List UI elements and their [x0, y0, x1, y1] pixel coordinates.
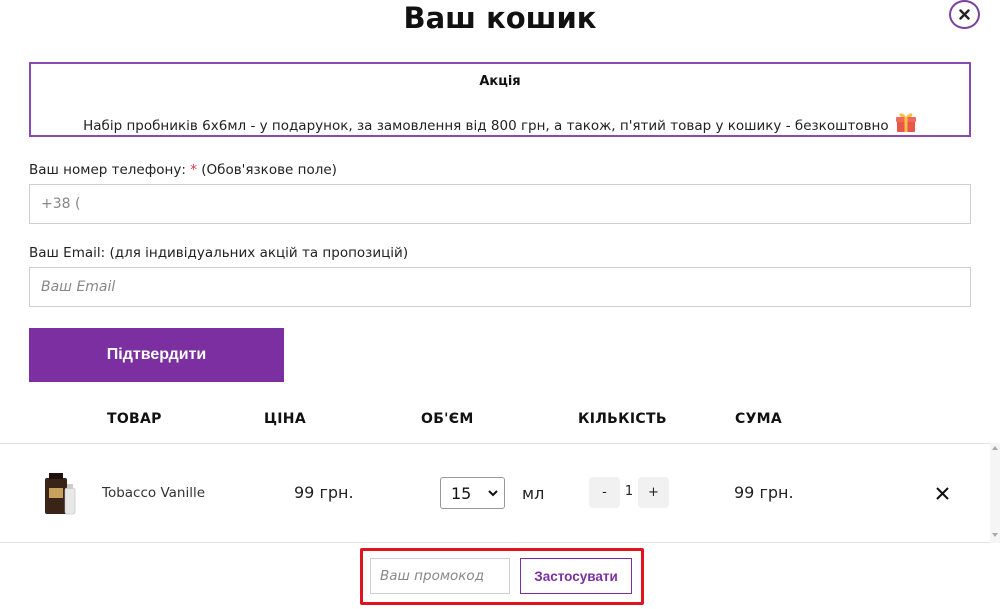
- remove-item-icon[interactable]: [934, 485, 951, 502]
- email-input[interactable]: [29, 267, 971, 307]
- apply-promocode-button[interactable]: Застосувати: [520, 558, 632, 594]
- cart-title: Ваш кошик: [403, 1, 597, 35]
- row-divider-top: [0, 443, 995, 444]
- header-volume: Об'єм: [421, 411, 474, 427]
- volume-unit: мл: [522, 484, 545, 503]
- chevron-down-icon: [488, 490, 498, 497]
- header-quantity: Кількість: [578, 411, 667, 427]
- volume-select[interactable]: 15: [440, 477, 505, 509]
- phone-label-row: Ваш номер телефону: * (Обов'язкове поле): [29, 162, 337, 178]
- quantity-increase-button[interactable]: +: [638, 477, 669, 508]
- scroll-down-arrow-icon[interactable]: [992, 533, 998, 537]
- gift-icon: [895, 113, 916, 132]
- required-mark: *: [190, 162, 197, 178]
- quantity-value: 1: [624, 484, 634, 499]
- product-price: 99 грн.: [294, 483, 354, 502]
- promo-banner: Акція Набір пробників 6х6мл - у подаруно…: [29, 62, 971, 137]
- product-image: [45, 473, 76, 515]
- volume-value: 15: [451, 483, 472, 503]
- scroll-up-arrow-icon[interactable]: [992, 446, 998, 450]
- promo-text: Набір пробників 6х6мл - у подарунок, за …: [83, 118, 889, 134]
- close-button[interactable]: [949, 0, 980, 29]
- phone-note: (Обов'язкове поле): [201, 162, 337, 178]
- promo-title: Акція: [479, 74, 521, 89]
- close-icon: [959, 9, 970, 20]
- email-label: Ваш Email: (для індивідуальних акцій та …: [29, 245, 409, 261]
- header-price: Ціна: [264, 411, 306, 427]
- header-product: Товар: [107, 411, 162, 427]
- confirm-button[interactable]: Підтвердити: [29, 328, 284, 382]
- phone-label: Ваш номер телефону:: [29, 162, 186, 178]
- row-sum: 99 грн.: [734, 483, 794, 502]
- promocode-input[interactable]: [370, 558, 510, 594]
- row-divider-bottom: [0, 542, 995, 543]
- promo-text-line: Набір пробників 6х6мл - у подарунок, за …: [31, 111, 969, 134]
- table-scrollbar[interactable]: [990, 443, 1000, 543]
- header-sum: Сума: [735, 411, 783, 427]
- product-name[interactable]: Tobacco Vanille: [102, 485, 205, 501]
- quantity-decrease-button[interactable]: -: [589, 477, 620, 508]
- phone-input[interactable]: [29, 184, 971, 224]
